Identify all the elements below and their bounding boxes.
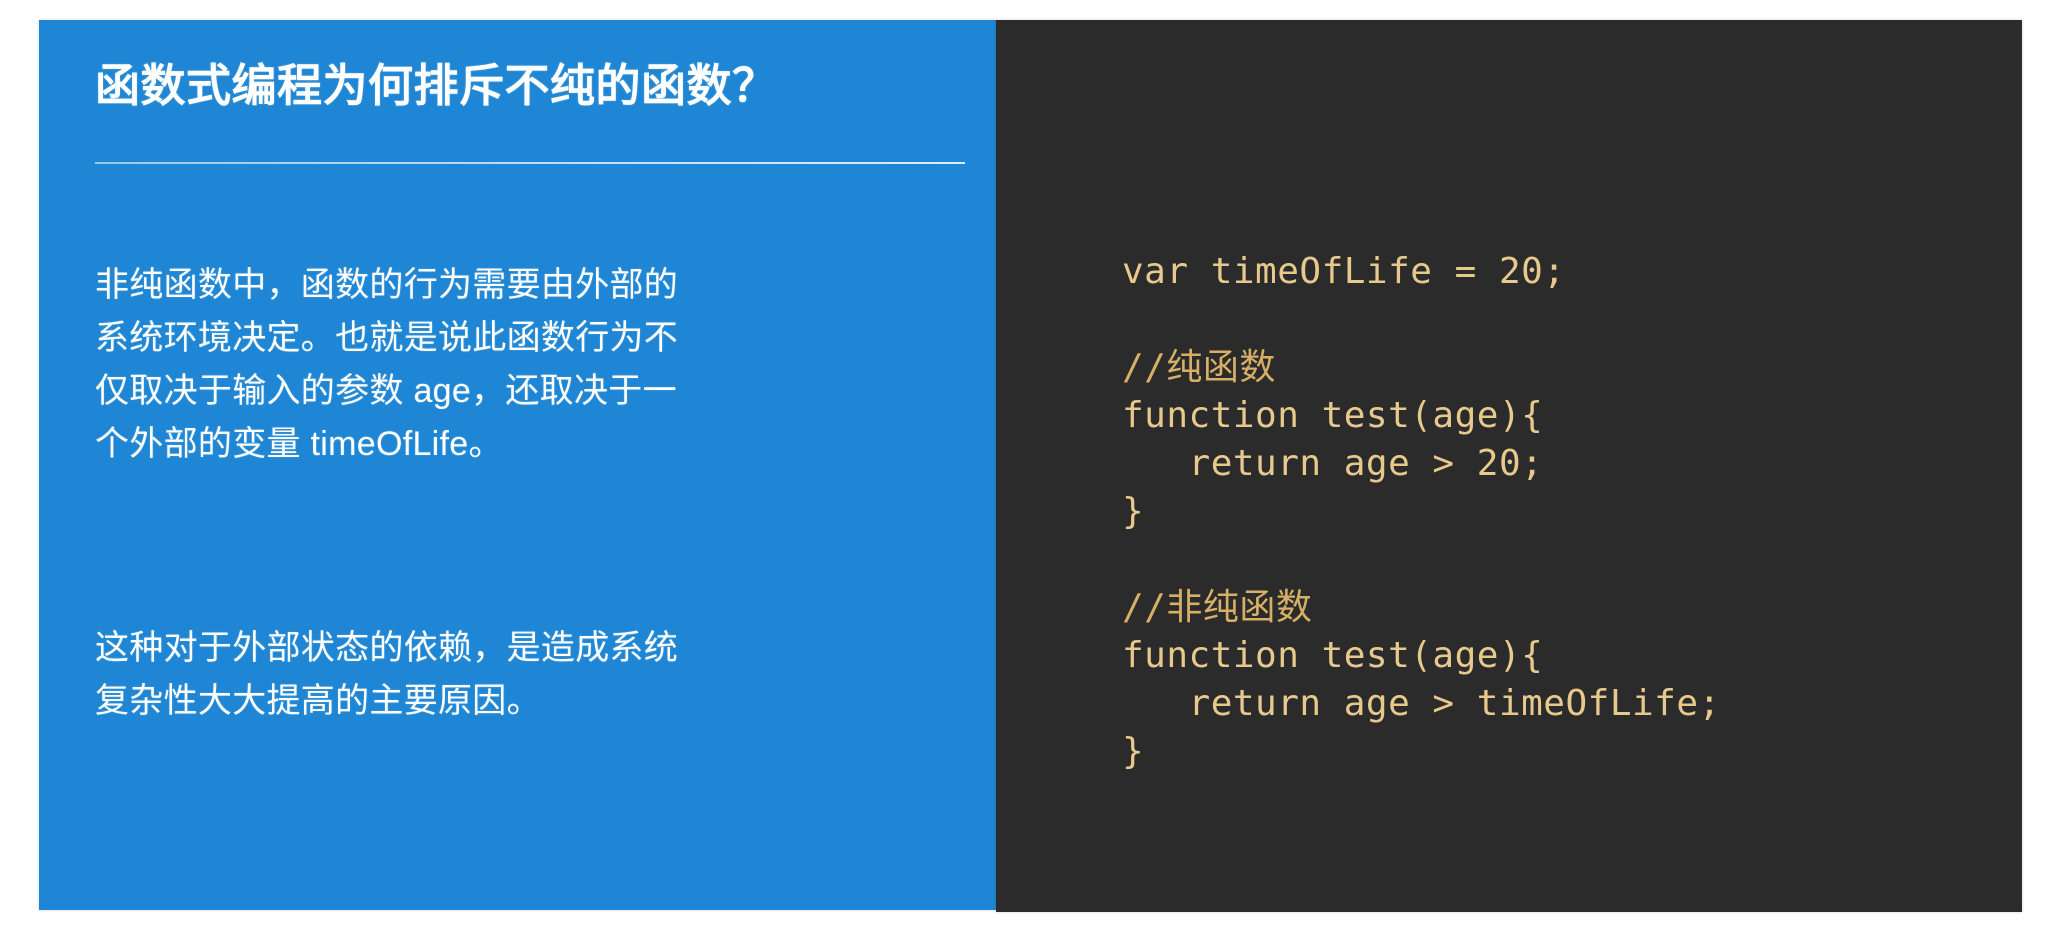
code-block: var timeOfLife = 20; //纯函数 function test(… bbox=[1122, 248, 1721, 776]
paragraph-line: 复杂性大大提高的主要原因。 bbox=[95, 682, 541, 720]
left-blue-panel: 函数式编程为何排斥不纯的函数？ 非纯函数中，函数的行为需要由外部的 系统环境决定… bbox=[39, 20, 996, 910]
right-code-panel: var timeOfLife = 20; //纯函数 function test(… bbox=[996, 20, 2022, 912]
paragraph-line: 非纯函数中，函数的行为需要由外部的 bbox=[95, 266, 679, 304]
code-line: } bbox=[1122, 731, 1145, 772]
paragraph-line: 这种对于外部状态的依赖，是造成系统 bbox=[95, 629, 679, 667]
paragraph-line: 仅取决于输入的参数 age，还取决于一 bbox=[95, 372, 677, 410]
code-line: function test(age){ bbox=[1122, 635, 1544, 676]
paragraph-line: 系统环境决定。也就是说此函数行为不 bbox=[95, 319, 679, 357]
code-line: } bbox=[1122, 491, 1145, 532]
code-line: function test(age){ bbox=[1122, 395, 1544, 436]
slide-canvas: 函数式编程为何排斥不纯的函数？ 非纯函数中，函数的行为需要由外部的 系统环境决定… bbox=[0, 0, 2050, 938]
title-divider bbox=[95, 162, 965, 164]
page-title: 函数式编程为何排斥不纯的函数？ bbox=[95, 60, 778, 111]
body-paragraph-1: 非纯函数中，函数的行为需要由外部的 系统环境决定。也就是说此函数行为不 仅取决于… bbox=[95, 259, 975, 471]
code-comment-line: //纯函数 bbox=[1122, 347, 1276, 388]
code-line: return age > 20; bbox=[1122, 443, 1544, 484]
code-comment-line: //非纯函数 bbox=[1122, 587, 1313, 628]
code-line: return age > timeOfLife; bbox=[1122, 683, 1721, 724]
body-paragraph-2: 这种对于外部状态的依赖，是造成系统 复杂性大大提高的主要原因。 bbox=[95, 622, 975, 728]
paragraph-line: 个外部的变量 timeOfLife。 bbox=[95, 425, 503, 463]
code-line: var timeOfLife = 20; bbox=[1122, 251, 1566, 292]
